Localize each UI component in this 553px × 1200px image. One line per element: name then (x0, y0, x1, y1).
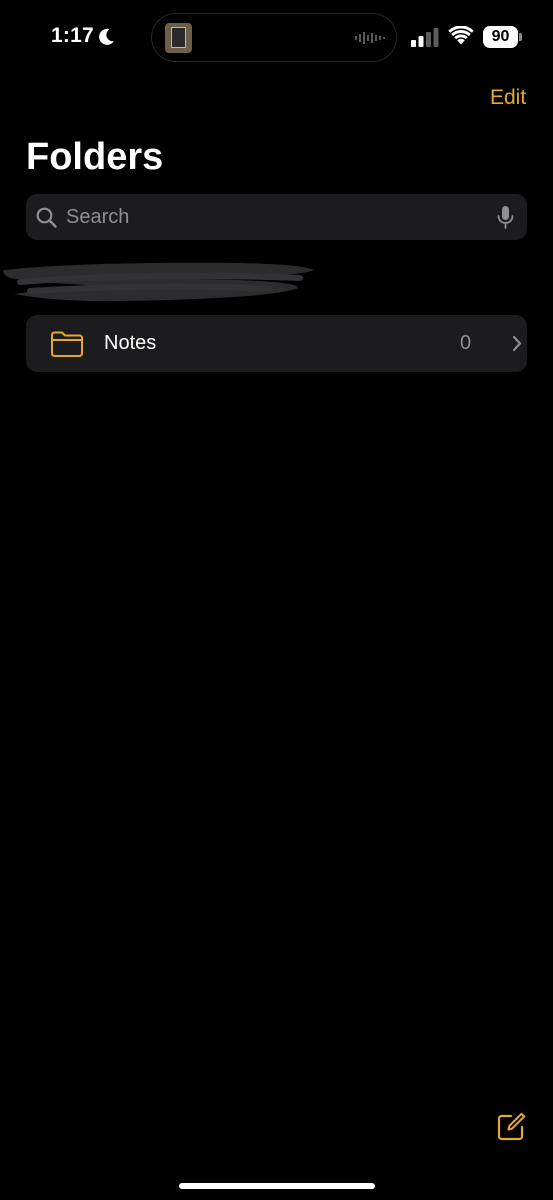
moon-icon (99, 28, 114, 45)
status-time: 1:17 (51, 24, 94, 47)
search-icon (36, 207, 57, 228)
home-indicator[interactable] (179, 1183, 375, 1189)
page-title: Folders (26, 136, 164, 178)
search-bar[interactable] (26, 194, 527, 240)
mic-icon[interactable] (497, 205, 514, 230)
now-playing-artwork (165, 23, 192, 53)
waveform-icon (355, 32, 385, 44)
search-input[interactable] (66, 194, 486, 240)
folder-name: Notes (104, 332, 157, 354)
battery-icon: 90 (483, 26, 523, 48)
cellular-icon (411, 28, 439, 47)
battery-level: 90 (483, 26, 518, 48)
compose-icon[interactable] (497, 1112, 526, 1141)
wifi-icon (448, 26, 474, 45)
chevron-right-icon (512, 335, 522, 352)
folder-icon (51, 331, 83, 357)
folder-count: 0 (460, 332, 472, 354)
edit-button[interactable]: Edit (490, 86, 526, 110)
folder-row-notes[interactable]: Notes 0 (26, 315, 527, 372)
redaction-scribble (3, 262, 314, 302)
dynamic-island[interactable] (151, 13, 397, 62)
